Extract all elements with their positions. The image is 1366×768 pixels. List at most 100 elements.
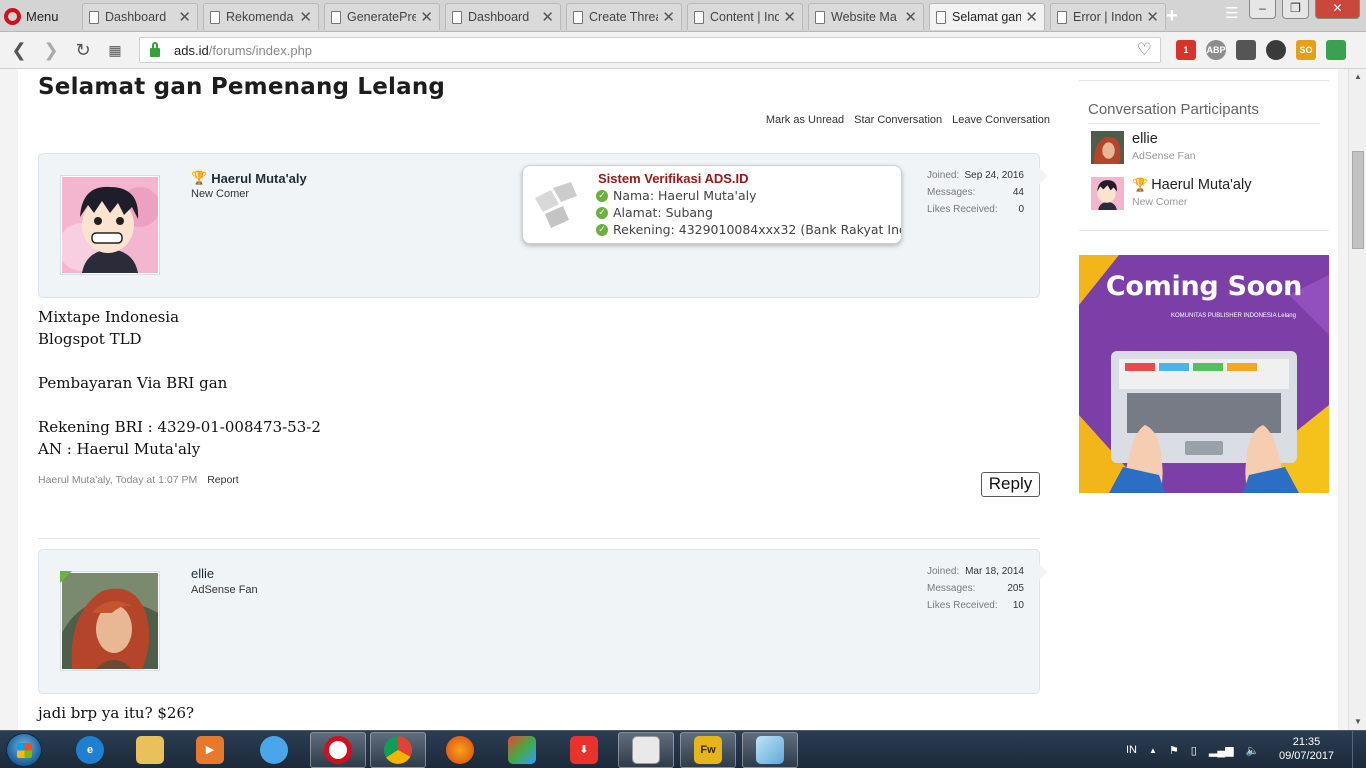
- messages-label[interactable]: Messages:: [927, 187, 975, 204]
- page-icon: [210, 10, 220, 24]
- scroll-thumb[interactable]: [1352, 151, 1364, 249]
- seo-ext-icon[interactable]: SO: [1296, 40, 1316, 60]
- url-field[interactable]: ads.id /forums/index.php ♡: [139, 37, 1161, 63]
- close-window-button[interactable]: ✕: [1315, 0, 1360, 19]
- clock[interactable]: 21:35 09/07/2017: [1279, 735, 1334, 763]
- likes-label: Likes Received:: [927, 204, 998, 215]
- taskbar-firefox[interactable]: [432, 732, 488, 768]
- scroll-down-arrow-icon[interactable]: ▼: [1349, 714, 1366, 730]
- taskbar-explorer[interactable]: [122, 732, 178, 768]
- reply-button[interactable]: Reply: [981, 472, 1040, 497]
- minimize-button[interactable]: –: [1249, 0, 1276, 19]
- taskbar-opera[interactable]: [310, 732, 366, 768]
- vertical-scrollbar[interactable]: ▲ ▼: [1348, 69, 1366, 730]
- cubes-icon: [508, 736, 536, 764]
- taskbar-fireworks[interactable]: Fw: [680, 732, 736, 768]
- volume-icon[interactable]: 🔈: [1246, 744, 1260, 757]
- avatar[interactable]: [1091, 177, 1124, 210]
- close-icon[interactable]: ✕: [420, 8, 433, 26]
- scroll-up-arrow-icon[interactable]: ▲: [1349, 69, 1366, 85]
- user-title: New Comer: [191, 188, 250, 200]
- notepad-icon: [756, 736, 784, 764]
- home-ext-icon[interactable]: [1326, 40, 1346, 60]
- signal-icon[interactable]: ▂▄▆: [1209, 744, 1234, 757]
- compass-icon: [260, 736, 288, 764]
- close-icon[interactable]: ✕: [783, 8, 796, 26]
- close-icon[interactable]: ✕: [1146, 8, 1159, 26]
- opera-menu-button[interactable]: Menu: [4, 4, 59, 28]
- coming-soon-banner[interactable]: Coming Soon KOMUNITAS PUBLISHER INDONESI…: [1079, 255, 1329, 493]
- taskbar-internet-explorer[interactable]: e: [62, 732, 118, 768]
- evernote-icon[interactable]: [1266, 40, 1286, 60]
- close-icon[interactable]: ✕: [1025, 8, 1038, 26]
- body-line: Pembayaran Via BRI gan: [38, 374, 228, 392]
- tab-selamat-gan[interactable]: Selamat gan ✕: [929, 3, 1045, 30]
- close-icon[interactable]: ✕: [299, 8, 312, 26]
- opera-icon: [324, 736, 352, 764]
- participant-item[interactable]: ellie AdSense Fan: [1091, 131, 1323, 167]
- shield-ext-icon[interactable]: [1236, 40, 1256, 60]
- avatar[interactable]: [60, 571, 160, 671]
- taskbar-chrome[interactable]: [370, 732, 426, 768]
- tab-website[interactable]: Website Ma ✕: [808, 3, 924, 30]
- tab-label: Dashboard: [468, 10, 530, 24]
- tray-flag-icon[interactable]: ⚑: [1169, 744, 1179, 757]
- joined-label: Joined:: [927, 170, 960, 181]
- media-player-icon: ▶: [196, 736, 224, 764]
- tab-rekomendasi[interactable]: Rekomenda ✕: [203, 3, 319, 30]
- online-status-badge: [60, 571, 72, 583]
- heart-bookmark-icon[interactable]: ♡: [1137, 40, 1152, 60]
- leave-conversation-link[interactable]: Leave Conversation: [952, 114, 1050, 126]
- avatar[interactable]: [1091, 131, 1124, 164]
- participant-name[interactable]: ellie: [1132, 131, 1158, 147]
- tab-label: Dashboard: [105, 10, 167, 24]
- reload-icon[interactable]: ↻: [72, 38, 94, 62]
- star-conversation-link[interactable]: Star Conversation: [854, 114, 942, 126]
- adblock-plus-icon[interactable]: ABP: [1206, 40, 1226, 60]
- report-link[interactable]: Report: [207, 474, 239, 486]
- messages-label[interactable]: Messages:: [927, 583, 975, 600]
- username[interactable]: ellie: [191, 566, 214, 581]
- taskbar-media-player[interactable]: ▶: [182, 732, 238, 768]
- tab-content[interactable]: Content | Ind ✕: [687, 3, 803, 30]
- close-icon[interactable]: ✕: [541, 8, 554, 26]
- forward-arrow-icon[interactable]: ❯: [40, 38, 62, 62]
- close-icon[interactable]: ✕: [904, 8, 917, 26]
- check-icon: ✓: [596, 189, 608, 202]
- messages-count[interactable]: 205: [1007, 583, 1024, 600]
- taskbar-network-app[interactable]: [494, 732, 550, 768]
- mark-unread-link[interactable]: Mark as Unread: [766, 114, 844, 126]
- new-tab-plus-icon[interactable]: +: [1166, 5, 1178, 28]
- username[interactable]: 🏆 Haerul Muta'aly: [191, 170, 307, 186]
- close-icon[interactable]: ✕: [178, 8, 191, 26]
- back-arrow-icon[interactable]: ❮: [8, 38, 30, 62]
- show-desktop-button[interactable]: [1352, 731, 1366, 768]
- mail-ext-icon[interactable]: 1: [1176, 40, 1196, 60]
- speed-dial-grid-icon[interactable]: ▦: [104, 38, 126, 62]
- messages-count[interactable]: 44: [1013, 187, 1024, 204]
- verification-name: Nama: Haerul Muta'aly: [613, 188, 757, 203]
- avatar[interactable]: [58, 175, 160, 275]
- language-indicator[interactable]: IN: [1126, 744, 1137, 756]
- taskbar-safari[interactable]: [246, 732, 302, 768]
- close-icon[interactable]: ✕: [662, 8, 675, 26]
- verification-account-line: ✓ Rekening: 4329010084xxx32 (Bank Rakyat…: [596, 222, 901, 237]
- tab-dashboard-2[interactable]: Dashboard ✕: [445, 3, 561, 30]
- tab-dashboard-1[interactable]: Dashboard ✕: [82, 3, 198, 30]
- maximize-button[interactable]: ❐: [1282, 0, 1309, 19]
- tab-create-thread[interactable]: Create Threa ✕: [566, 3, 682, 30]
- taskbar-notes-app[interactable]: [742, 732, 798, 768]
- tray-device-icon[interactable]: ▯: [1191, 744, 1197, 757]
- participant-item[interactable]: 🏆 Haerul Muta'aly New Comer: [1091, 177, 1323, 213]
- participant-name[interactable]: 🏆 Haerul Muta'aly: [1132, 177, 1251, 193]
- body-blank-line: [38, 394, 321, 416]
- body-line: jadi brp ya itu? $26?: [38, 704, 195, 722]
- start-button[interactable]: [6, 733, 42, 767]
- tab-error[interactable]: Error | Indon ✕: [1050, 3, 1166, 30]
- message-author-time[interactable]: Haerul Muta'aly, Today at 1:07 PM: [38, 474, 197, 486]
- tray-expand-icon[interactable]: ▲: [1149, 746, 1157, 755]
- tab-generatepress[interactable]: GeneratePre ✕: [324, 3, 440, 30]
- taskbar-document-app[interactable]: [618, 732, 674, 768]
- tab-menu-icon[interactable]: ☰: [1221, 4, 1243, 24]
- taskbar-downloader[interactable]: ⬇: [556, 732, 612, 768]
